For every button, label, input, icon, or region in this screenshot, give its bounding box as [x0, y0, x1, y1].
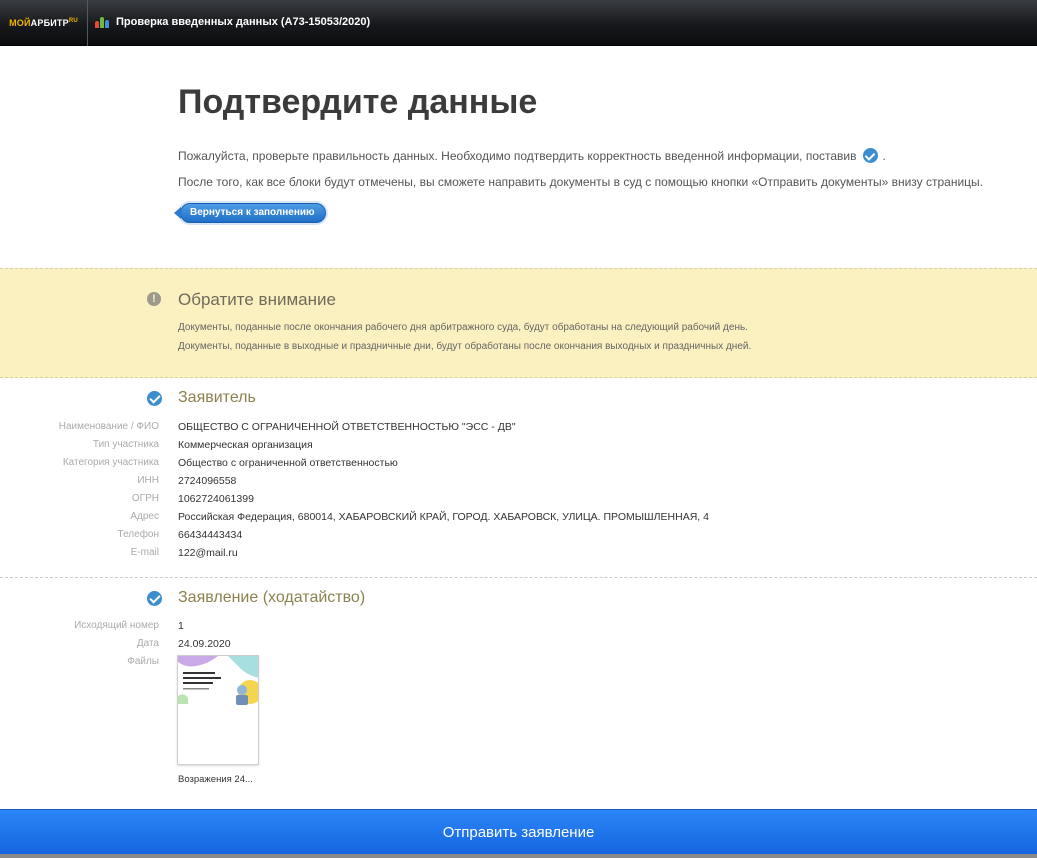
topbar-title: Проверка введенных данных (А73-15053/202… — [95, 16, 370, 28]
logo-arbitr: АРБИТР — [30, 18, 69, 28]
check-icon — [862, 148, 878, 163]
file-name[interactable]: Возражения 24... — [178, 774, 253, 785]
top-bar: МОЙАРБИТРRU Проверка введенных данных (А… — [0, 0, 1037, 46]
applicant-value-type: Коммерческая организация — [178, 439, 313, 451]
warning-icon: ! — [147, 292, 161, 306]
section-divider — [0, 577, 1037, 578]
participants-icon — [95, 16, 109, 28]
statement-label-date: Дата — [136, 638, 159, 649]
topbar-title-text: Проверка введенных данных (А73-15053/202… — [116, 16, 371, 28]
submit-application-button[interactable]: Отправить заявление — [0, 809, 1037, 854]
notice-title: Обратите внимание — [178, 290, 336, 309]
back-to-edit-button[interactable]: Вернуться к заполнению — [174, 203, 326, 223]
statement-value-number: 1 — [178, 620, 184, 632]
applicant-section-title: Заявитель — [178, 389, 256, 406]
applicant-label-type: Тип участника — [92, 439, 159, 450]
notice-line-1: Документы, поданные после окончания рабо… — [178, 322, 748, 333]
applicant-label-email: E-mail — [130, 547, 159, 558]
statement-label-number: Исходящий номер — [74, 620, 159, 631]
notice-panel: ! Обратите внимание Документы, поданные … — [0, 268, 1037, 378]
applicant-value-name: ОБЩЕСТВО С ОГРАНИЧЕННОЙ ОТВЕТСТВЕННОСТЬЮ… — [178, 421, 516, 433]
applicant-value-inn: 2724096558 — [178, 475, 237, 487]
document-preview-icon — [178, 656, 258, 764]
applicant-value-email: 122@mail.ru — [178, 547, 238, 559]
intro-line-1: Пожалуйста, проверьте правильность данны… — [178, 148, 886, 163]
statement-value-date: 24.09.2020 — [178, 638, 231, 650]
intro-line-2: После того, как все блоки будут отмечены… — [178, 175, 984, 189]
logo-ru: RU — [68, 18, 78, 24]
applicant-value-address: Российская Федерация, 680014, ХАБАРОВСКИ… — [178, 511, 709, 523]
applicant-value-phone: 66434443434 — [178, 529, 243, 541]
statement-section-title: Заявление (ходатайство) — [178, 589, 366, 606]
applicant-label-address: Адрес — [130, 511, 159, 522]
bottom-strip — [0, 854, 1037, 858]
file-thumbnail[interactable] — [177, 655, 259, 765]
applicant-label-phone: Телефон — [117, 529, 159, 540]
applicant-value-ogrn: 1062724061399 — [178, 493, 254, 505]
applicant-label-inn: ИНН — [137, 475, 159, 486]
applicant-confirm-check-icon[interactable] — [147, 391, 162, 406]
notice-line-2: Документы, поданные в выходные и праздни… — [178, 341, 752, 352]
applicant-label-ogrn: ОГРН — [131, 493, 159, 504]
logo-moi: МОЙ — [9, 18, 31, 28]
logo[interactable]: МОЙАРБИТРRU — [0, 0, 88, 46]
intro-line-1-text: Пожалуйста, проверьте правильность данны… — [178, 148, 857, 163]
statement-confirm-check-icon[interactable] — [147, 591, 162, 606]
applicant-label-category: Категория участника — [62, 457, 159, 468]
page-title: Подтвердите данные — [178, 83, 538, 121]
statement-label-files: Файлы — [127, 656, 159, 667]
applicant-value-category: Общество с ограниченной ответственностью — [178, 457, 398, 469]
applicant-label-name: Наименование / ФИО — [58, 421, 159, 432]
intro-line-1-end: . — [882, 148, 886, 163]
